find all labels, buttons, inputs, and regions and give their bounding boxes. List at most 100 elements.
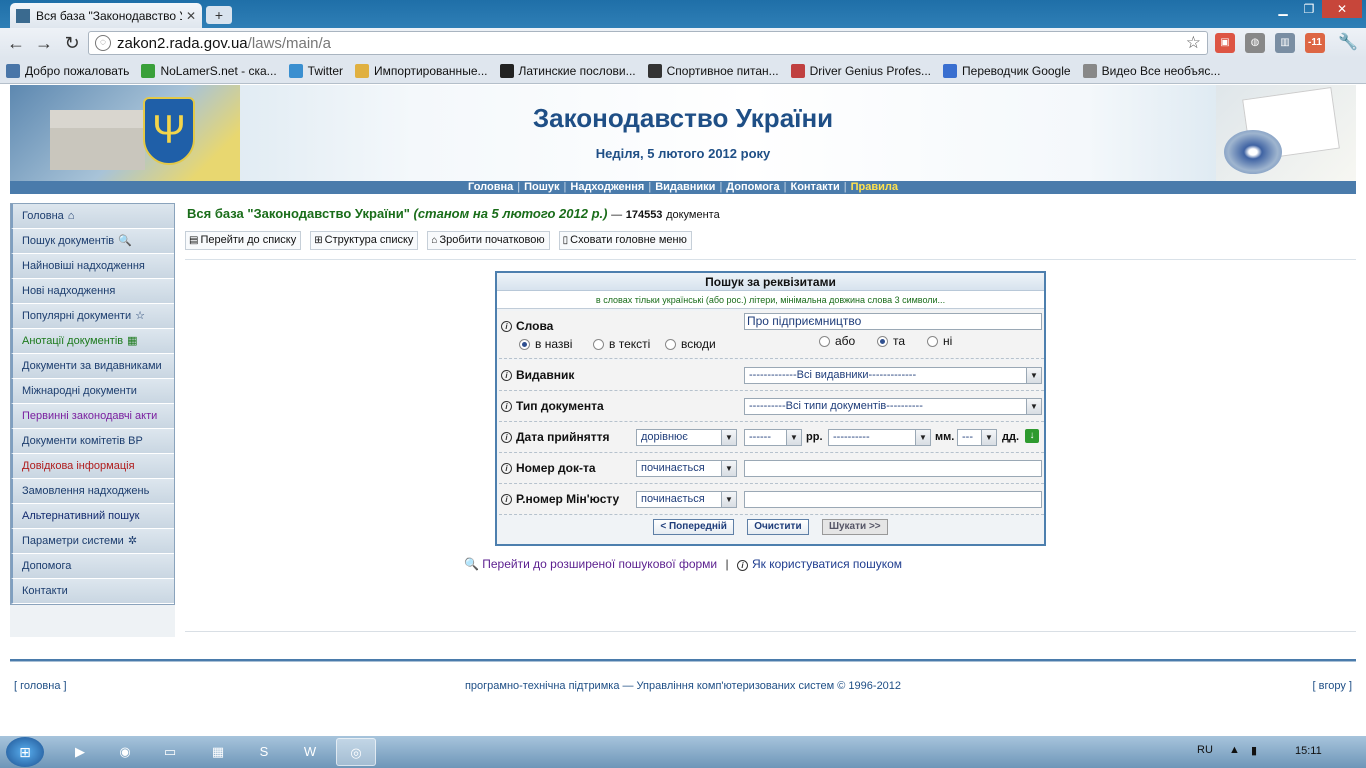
bookmark-item[interactable]: Импортированные... xyxy=(355,63,488,78)
chevron-down-icon[interactable]: ▼ xyxy=(981,430,996,445)
info-icon[interactable]: i xyxy=(501,400,512,412)
firefox-icon[interactable]: ◉ xyxy=(105,738,145,766)
show-hidden-icons-icon[interactable]: ▲ xyxy=(1229,744,1240,756)
forward-arrow-icon[interactable]: → xyxy=(32,32,56,54)
topnav-link[interactable]: Головна xyxy=(468,181,513,193)
address-bar[interactable]: ◌ zakon2.rada.gov.ua/laws/main/a ☆ xyxy=(88,31,1208,55)
reload-icon[interactable]: ↻ xyxy=(60,32,84,54)
network-signal-icon[interactable]: ▮ xyxy=(1251,744,1257,757)
list-structure-button[interactable]: ⊞ Структура списку xyxy=(310,231,419,250)
radio-button[interactable] xyxy=(519,338,530,350)
globe-extension-icon[interactable]: ◍ xyxy=(1245,33,1265,53)
number-input[interactable] xyxy=(744,460,1042,477)
topnav-link[interactable]: Контакти xyxy=(790,181,839,193)
advanced-search-link[interactable]: Перейти до розширеної пошукової форми xyxy=(482,557,717,571)
extension-icon[interactable]: ▣ xyxy=(1215,33,1235,53)
radio-button[interactable] xyxy=(877,335,888,347)
start-button[interactable]: ⊞ xyxy=(6,737,44,767)
sidebar-item[interactable]: Первинні законодавчі акти xyxy=(11,404,174,429)
info-icon[interactable]: i xyxy=(501,493,512,505)
bookmark-item[interactable]: Спортивное питан... xyxy=(647,63,779,78)
green-arrow-down-icon[interactable]: ↓ xyxy=(1025,429,1039,443)
sidebar-item[interactable]: Пошук документів 🔍 xyxy=(11,229,174,254)
clear-button[interactable]: Очистити xyxy=(747,519,809,535)
word-icon[interactable]: W xyxy=(290,738,330,766)
sidebar-item[interactable]: Нові надходження xyxy=(11,279,174,304)
footer-home-link[interactable]: [ головна ] xyxy=(14,680,67,692)
bookmark-item[interactable]: Латинские послови... xyxy=(499,63,636,78)
chrome-icon[interactable]: ◎ xyxy=(336,738,376,766)
browser-tab[interactable]: Вся база "Законодавство У ✕ xyxy=(10,3,202,28)
topnav-link[interactable]: Пошук xyxy=(524,181,559,193)
info-icon[interactable]: i xyxy=(501,369,512,381)
sidebar-item[interactable]: Анотації документів ▦ xyxy=(11,329,174,354)
stats-extension-icon[interactable]: ▥ xyxy=(1275,33,1295,53)
bookmark-item[interactable]: Видео Все необъяс... xyxy=(1082,63,1220,78)
bookmark-item[interactable]: Twitter xyxy=(288,63,343,78)
media-player-icon[interactable]: ▶ xyxy=(60,738,100,766)
calculator-icon[interactable]: ▦ xyxy=(198,738,238,766)
make-homepage-button[interactable]: ⌂ Зробити початковою xyxy=(427,231,550,250)
footer-top-link[interactable]: [ вгору ] xyxy=(1313,680,1352,692)
year-select[interactable]: ------ ▼ xyxy=(744,429,802,446)
how-to-search-link[interactable]: Як користуватися пошуком xyxy=(752,557,902,571)
back-arrow-icon[interactable]: ← xyxy=(4,32,28,54)
logic-or-radio[interactable]: або xyxy=(819,334,855,348)
language-indicator[interactable]: RU xyxy=(1197,744,1213,756)
scope-all-radio[interactable]: всюди xyxy=(665,337,716,351)
explorer-folder-icon[interactable]: ▭ xyxy=(150,738,190,766)
sidebar-item[interactable]: Найновіші надходження xyxy=(11,254,174,279)
info-icon[interactable]: i xyxy=(501,431,512,443)
publisher-select[interactable]: -------------Всі видавники------------- ▼ xyxy=(744,367,1042,384)
words-input[interactable]: Про підприємництво xyxy=(744,313,1042,330)
skype-icon[interactable]: S xyxy=(244,738,284,766)
sidebar-item[interactable]: Довідкова інформація xyxy=(11,454,174,479)
close-tab-icon[interactable]: ✕ xyxy=(186,9,196,23)
month-select[interactable]: ---------- ▼ xyxy=(828,429,931,446)
sidebar-item[interactable]: Параметри системи ✲ xyxy=(11,529,174,554)
chevron-down-icon[interactable]: ▼ xyxy=(1026,368,1041,383)
regnum-operator-select[interactable]: починається ▼ xyxy=(636,491,737,508)
wrench-menu-icon[interactable]: 🔧 xyxy=(1338,33,1358,53)
info-icon[interactable]: i xyxy=(501,462,512,474)
radio-button[interactable] xyxy=(927,335,938,347)
logic-not-radio[interactable]: ні xyxy=(927,334,952,348)
weather-extension-icon[interactable]: -11 xyxy=(1305,33,1325,53)
sidebar-item[interactable]: Документи за видавниками xyxy=(11,354,174,379)
scope-title-radio[interactable]: в назві xyxy=(519,337,572,351)
date-operator-select[interactable]: дорівнює ▼ xyxy=(636,429,737,446)
minimize-icon[interactable]: ▁ xyxy=(1270,0,1296,18)
go-to-list-button[interactable]: ▤ Перейти до списку xyxy=(185,231,302,250)
new-tab-button[interactable]: + xyxy=(206,6,232,24)
clock[interactable]: 15:11 xyxy=(1295,745,1322,757)
radio-button[interactable] xyxy=(819,335,830,347)
number-operator-select[interactable]: починається ▼ xyxy=(636,460,737,477)
bookmark-item[interactable]: Driver Genius Profes... xyxy=(790,63,931,78)
sidebar-item[interactable]: Альтернативний пошук xyxy=(11,504,174,529)
sidebar-item[interactable]: Замовлення надходжень xyxy=(11,479,174,504)
regnum-input[interactable] xyxy=(744,491,1042,508)
bookmark-item[interactable]: Переводчик Google xyxy=(943,63,1071,78)
bookmark-item[interactable]: Добро пожаловать xyxy=(6,63,129,78)
topnav-link[interactable]: Надходження xyxy=(570,181,644,193)
bookmark-item[interactable]: NoLamerS.net - ска... xyxy=(141,63,277,78)
day-select[interactable]: --- ▼ xyxy=(957,429,997,446)
topnav-link[interactable]: Допомога xyxy=(726,181,779,193)
chevron-down-icon[interactable]: ▼ xyxy=(786,430,801,445)
bookmark-star-icon[interactable]: ☆ xyxy=(1186,33,1201,53)
chevron-down-icon[interactable]: ▼ xyxy=(915,430,930,445)
search-button[interactable]: Шукати >> xyxy=(821,519,888,535)
info-icon[interactable]: i xyxy=(501,320,512,332)
sidebar-item[interactable]: Документи комітетів ВР xyxy=(11,429,174,454)
doctype-select[interactable]: ----------Всі типи документів---------- ▼ xyxy=(744,398,1042,415)
radio-button[interactable] xyxy=(665,338,676,350)
radio-button[interactable] xyxy=(593,338,604,350)
previous-button[interactable]: < Попередній xyxy=(653,519,734,535)
chevron-down-icon[interactable]: ▼ xyxy=(721,461,736,476)
chevron-down-icon[interactable]: ▼ xyxy=(721,430,736,445)
sidebar-item[interactable]: Популярні документи ☆ xyxy=(11,304,174,329)
chevron-down-icon[interactable]: ▼ xyxy=(721,492,736,507)
maximize-icon[interactable]: ❐ xyxy=(1296,0,1322,18)
page-info-icon[interactable]: ◌ xyxy=(95,35,111,51)
hide-menu-button[interactable]: ▯ Сховати головне меню xyxy=(558,231,692,250)
